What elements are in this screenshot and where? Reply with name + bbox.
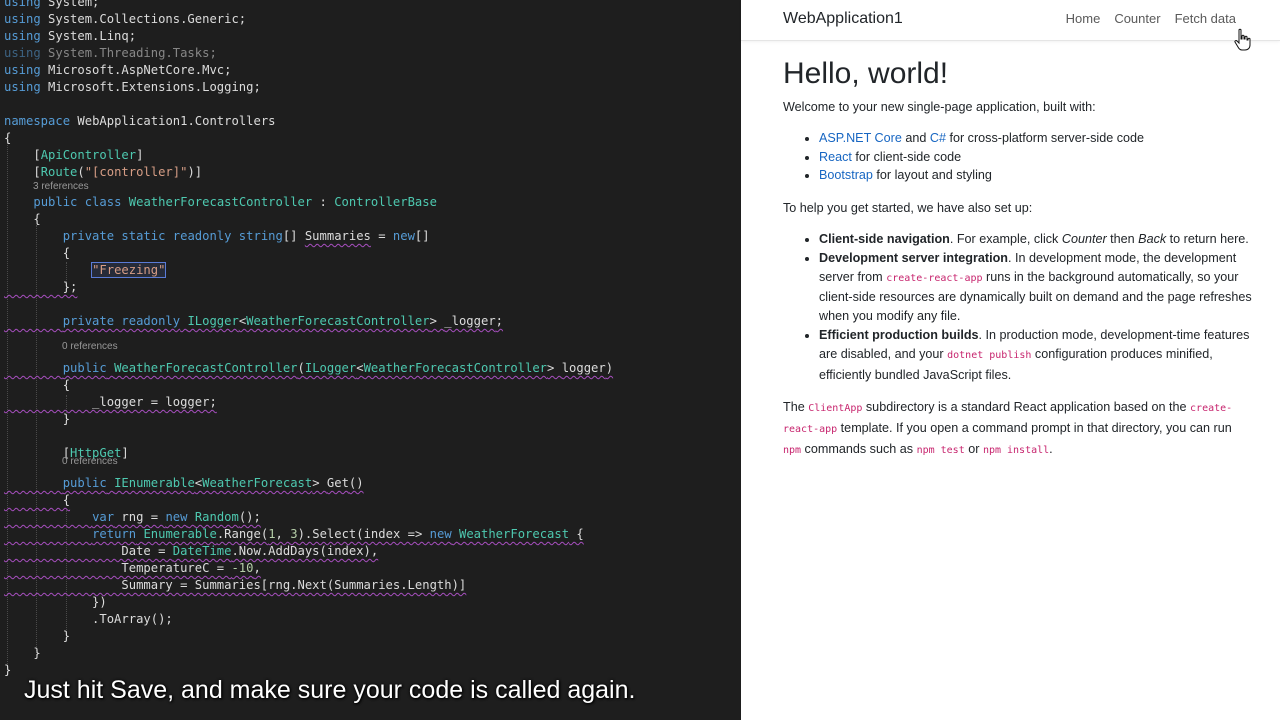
feature-list: Client-side navigation. For example, cli…	[819, 230, 1253, 384]
code-line: using System.Linq;	[4, 29, 137, 43]
code-line: }	[4, 646, 41, 660]
code-line: }	[4, 629, 71, 643]
code-line: [ApiController]	[4, 148, 144, 162]
code-line: private static readonly string[] Summari…	[62, 229, 430, 243]
list-item: ASP.NET Core and C# for cross-platform s…	[819, 129, 1253, 148]
code-line: }	[4, 663, 12, 677]
code-line: using System;	[4, 0, 100, 9]
code-line: {	[4, 212, 41, 226]
list-item: Bootstrap for layout and styling	[819, 166, 1253, 185]
code-line: };	[4, 280, 78, 294]
code-line: using Microsoft.AspNetCore.Mvc;	[4, 63, 232, 77]
bootstrap-link[interactable]: Bootstrap	[819, 168, 873, 182]
nav-counter[interactable]: Counter	[1114, 11, 1160, 26]
browser-app: WebApplication1 Home Counter Fetch data …	[741, 0, 1280, 720]
references-codelens[interactable]: 0 references	[62, 455, 118, 469]
code-line: namespace WebApplication1.Controllers	[4, 114, 276, 128]
video-caption: Just hit Save, and make sure your code i…	[24, 676, 636, 704]
home-content: Hello, world! Welcome to your new single…	[783, 56, 1253, 473]
nav-links: Home Counter Fetch data	[1066, 11, 1236, 26]
code-line: public IEnumerable<WeatherForecast> Get(…	[62, 476, 364, 490]
hand-cursor-icon	[1234, 28, 1251, 51]
code-line: _logger = logger;	[4, 395, 217, 409]
code-line: Summary = Summaries[rng.Next(Summaries.L…	[4, 578, 467, 592]
code-line: using System.Threading.Tasks;	[4, 46, 217, 60]
list-item: Development server integration. In devel…	[819, 249, 1253, 326]
code-line: using Microsoft.Extensions.Logging;	[4, 80, 261, 94]
code-line: {	[4, 246, 71, 260]
code-editor[interactable]: using System; using System.Collections.G…	[0, 0, 741, 720]
react-link[interactable]: React	[819, 150, 852, 164]
brand-link[interactable]: WebApplication1	[783, 10, 903, 28]
intro-text: Welcome to your new single-page applicat…	[783, 100, 1096, 114]
references-codelens[interactable]: 3 references	[33, 180, 89, 194]
code-line: {	[4, 493, 71, 507]
code-line: }	[4, 412, 71, 426]
list-item: Client-side navigation. For example, cli…	[819, 230, 1253, 249]
code-line: var rng = new Random();	[92, 510, 261, 524]
list-item: Efficient production builds. In producti…	[819, 326, 1253, 384]
code-line: {	[4, 378, 71, 392]
code-line: [Route("[controller]")]	[4, 165, 203, 179]
code-line: Date = DateTime.Now.AddDays(index),	[4, 544, 379, 558]
code-line: private readonly ILogger<WeatherForecast…	[62, 314, 504, 328]
code-line: public class WeatherForecastController :…	[33, 195, 437, 209]
code-line: })	[4, 595, 107, 609]
navbar: WebApplication1 Home Counter Fetch data	[741, 0, 1280, 51]
setup-intro: To help you get started, we have also se…	[783, 201, 1033, 216]
tech-list: ASP.NET Core and C# for cross-platform s…	[819, 129, 1253, 185]
footer-text: The ClientApp subdirectory is a standard…	[783, 400, 1233, 456]
code-line: {	[4, 131, 12, 145]
csharp-link[interactable]: C#	[930, 131, 946, 145]
list-item: React for client-side code	[819, 148, 1253, 167]
code-line: .ToArray();	[4, 612, 173, 626]
code-line: "Freezing"	[91, 262, 167, 278]
page-title: Hello, world!	[783, 57, 949, 90]
code-line: using System.Collections.Generic;	[4, 12, 247, 26]
code-content[interactable]: using System; using System.Collections.G…	[4, 0, 613, 677]
nav-home[interactable]: Home	[1066, 11, 1101, 26]
code-line: TemperatureC = -10,	[4, 561, 261, 575]
references-codelens[interactable]: 0 references	[62, 340, 118, 354]
code-line: public WeatherForecastController(ILogger…	[62, 361, 614, 375]
aspnet-core-link[interactable]: ASP.NET Core	[819, 131, 902, 145]
nav-fetch-data[interactable]: Fetch data	[1175, 11, 1236, 26]
code-line: return Enumerable.Range(1, 3).Select(ind…	[92, 527, 584, 541]
